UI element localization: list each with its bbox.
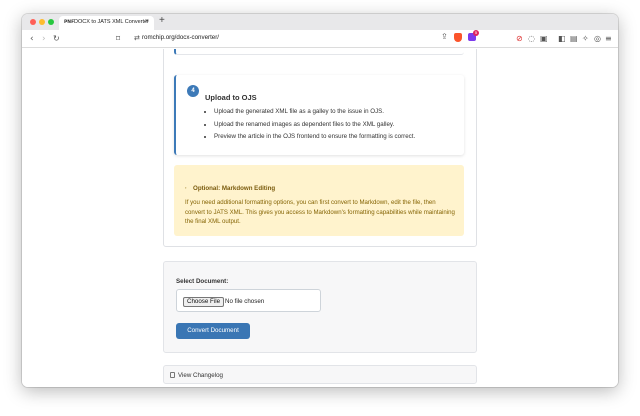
choose-file-button[interactable]: Choose File xyxy=(183,297,225,307)
pencil-icon: , xyxy=(185,184,187,190)
browser-toolbar: ‹ › ↻ ⌑ ⇄ romchip.org/docx-converter/ ⇪ … xyxy=(22,30,618,48)
markdown-editing-notice: , Optional: Markdown Editing If you need… xyxy=(174,165,464,236)
block-icon[interactable]: ⊘ xyxy=(516,33,523,45)
list-item: Preview the article in the OJS frontend … xyxy=(214,132,415,145)
tab-bar: PNF DOCX to JATS XML Converter × + xyxy=(22,14,618,30)
forward-arrow-icon[interactable]: › xyxy=(42,33,46,45)
list-item: Upload the renamed images as dependent f… xyxy=(214,120,415,133)
tab-docx-converter[interactable]: PNF DOCX to JATS XML Converter × xyxy=(59,16,154,30)
select-document-label: Select Document: xyxy=(176,278,229,285)
page-content: 4 Upload to OJS Upload the generated XML… xyxy=(22,49,618,387)
brave-shields-icon[interactable] xyxy=(454,33,462,42)
browser-window: PNF DOCX to JATS XML Converter × + ‹ › ↻… xyxy=(22,14,618,387)
wallet-card-icon[interactable]: ▤ xyxy=(570,33,578,45)
notice-title: Optional: Markdown Editing xyxy=(193,185,276,192)
chat-icon[interactable]: ◌ xyxy=(528,33,535,45)
notice-body: If you need additional formatting option… xyxy=(185,199,455,226)
step-number-badge: 4 xyxy=(187,85,199,97)
step-instructions: Upload the generated XML file as a galle… xyxy=(214,107,415,145)
previous-step-card xyxy=(174,49,464,55)
bookmark-icon[interactable]: ⌑ xyxy=(116,33,120,45)
step-title: Upload to OJS xyxy=(205,93,257,102)
new-tab-button[interactable]: + xyxy=(159,15,165,26)
close-window-button[interactable] xyxy=(30,19,36,25)
file-input[interactable]: Choose File No file chosen xyxy=(176,289,321,312)
view-changelog-toggle[interactable]: View Changelog xyxy=(163,365,477,384)
back-arrow-icon[interactable]: ‹ xyxy=(30,33,34,45)
tab-close-icon[interactable]: × xyxy=(145,18,149,25)
rewards-badge: 5 xyxy=(473,30,479,36)
changelog-label: View Changelog xyxy=(178,372,223,379)
leo-ai-icon[interactable]: ✧ xyxy=(582,33,589,45)
minimize-window-button[interactable] xyxy=(39,19,45,25)
zoom-window-button[interactable] xyxy=(48,19,54,25)
wallet-icon[interactable]: ▣ xyxy=(540,33,548,45)
upload-form: Select Document: Choose File No file cho… xyxy=(163,261,477,353)
document-icon xyxy=(170,372,175,378)
file-status-text: No file chosen xyxy=(225,298,265,305)
sidebar-icon[interactable]: ◧ xyxy=(558,33,566,45)
reload-icon[interactable]: ↻ xyxy=(53,33,60,45)
site-favicon-icon: PNF xyxy=(64,20,75,25)
address-bar[interactable]: romchip.org/docx-converter/ xyxy=(142,34,219,41)
convert-document-button[interactable]: Convert Document xyxy=(176,323,250,339)
vpn-icon[interactable]: ◎ xyxy=(594,33,601,45)
tab-title: DOCX to JATS XML Converter xyxy=(74,19,149,25)
list-item: Upload the generated XML file as a galle… xyxy=(214,107,415,120)
site-settings-icon[interactable]: ⇄ xyxy=(134,34,140,42)
share-icon[interactable]: ⇪ xyxy=(441,32,448,41)
step-4-card: 4 Upload to OJS Upload the generated XML… xyxy=(174,75,464,155)
menu-icon[interactable]: ≡ xyxy=(605,33,612,45)
